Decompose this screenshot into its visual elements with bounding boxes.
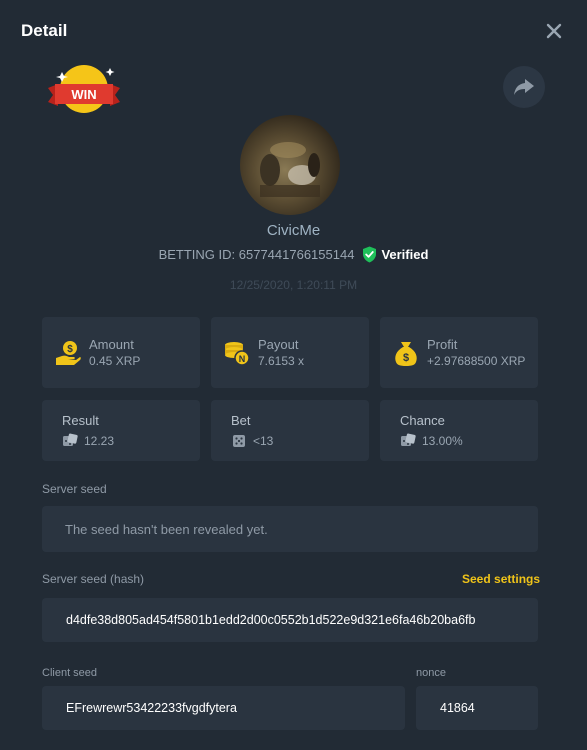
seed-settings-link[interactable]: Seed settings xyxy=(462,572,540,586)
coin-stack-icon: N xyxy=(223,339,251,367)
stat-label: Amount xyxy=(89,337,134,352)
modal-title: Detail xyxy=(21,21,68,40)
server-seed-hash-field[interactable]: d4dfe38d805ad454f5801b1edd2d00c0552b1d52… xyxy=(42,598,538,642)
username: CivicMe xyxy=(266,222,321,239)
coin-hand-icon: $ xyxy=(54,339,82,367)
nonce-field[interactable]: 41864 xyxy=(416,686,538,730)
detail-label: Chance xyxy=(400,413,445,428)
verified-label: Verified xyxy=(381,247,429,262)
server-seed-label: Server seed xyxy=(42,482,107,496)
stat-card-amount: $ Amount 0.45 XRP xyxy=(42,317,200,388)
betting-info-row: BETTING ID: 6577441766155144 Verified xyxy=(0,246,587,263)
svg-text:N: N xyxy=(239,354,246,364)
detail-card-chance: Chance 13.00% xyxy=(380,400,538,461)
svg-text:$: $ xyxy=(67,344,73,355)
stat-value: +2.97688500 XRP xyxy=(427,354,526,368)
stat-label: Payout xyxy=(258,337,299,352)
dice-icon xyxy=(401,433,416,446)
dice-icon xyxy=(63,433,78,446)
stat-card-profit: $ Profit +2.97688500 XRP xyxy=(380,317,538,388)
stat-value: 7.6153 x xyxy=(258,354,305,368)
server-seed-hash-label: Server seed (hash) xyxy=(42,572,145,586)
bet-detail-modal: Detail WIN CivicMe BETTING ID: 657744176… xyxy=(0,0,587,750)
stat-card-payout: N Payout 7.6153 x xyxy=(211,317,369,388)
money-bag-icon: $ xyxy=(392,339,420,367)
stat-label: Profit xyxy=(427,337,458,352)
detail-label: Bet xyxy=(231,413,251,428)
client-seed-field[interactable]: EFrewrewr53422233fvgdfytera xyxy=(42,686,405,730)
betting-id: BETTING ID: 6577441766155144 xyxy=(158,247,355,262)
close-icon[interactable] xyxy=(543,20,565,42)
detail-card-bet: Bet <13 xyxy=(211,400,369,461)
share-button[interactable] xyxy=(503,66,545,108)
detail-value: 13.00% xyxy=(422,434,463,448)
win-badge: WIN xyxy=(40,62,128,118)
nonce-label: nonce xyxy=(416,667,446,679)
win-badge-text: WIN xyxy=(71,87,96,102)
svg-text:$: $ xyxy=(403,352,409,364)
share-icon xyxy=(514,79,534,95)
verified-status: Verified xyxy=(362,246,428,263)
avatar xyxy=(240,115,340,215)
detail-card-result: Result 12.23 xyxy=(42,400,200,461)
verified-shield-icon xyxy=(363,246,377,263)
bet-timestamp: 12/25/2020, 1:20:11 PM xyxy=(229,278,358,292)
client-seed-label: Client seed xyxy=(42,667,98,679)
detail-value: <13 xyxy=(253,434,274,448)
server-seed-field[interactable]: The seed hasn't been revealed yet. xyxy=(42,506,538,552)
stat-value: 0.45 XRP xyxy=(89,354,141,368)
detail-value: 12.23 xyxy=(84,434,115,448)
dice-icon xyxy=(233,435,245,447)
detail-label: Result xyxy=(62,413,99,428)
